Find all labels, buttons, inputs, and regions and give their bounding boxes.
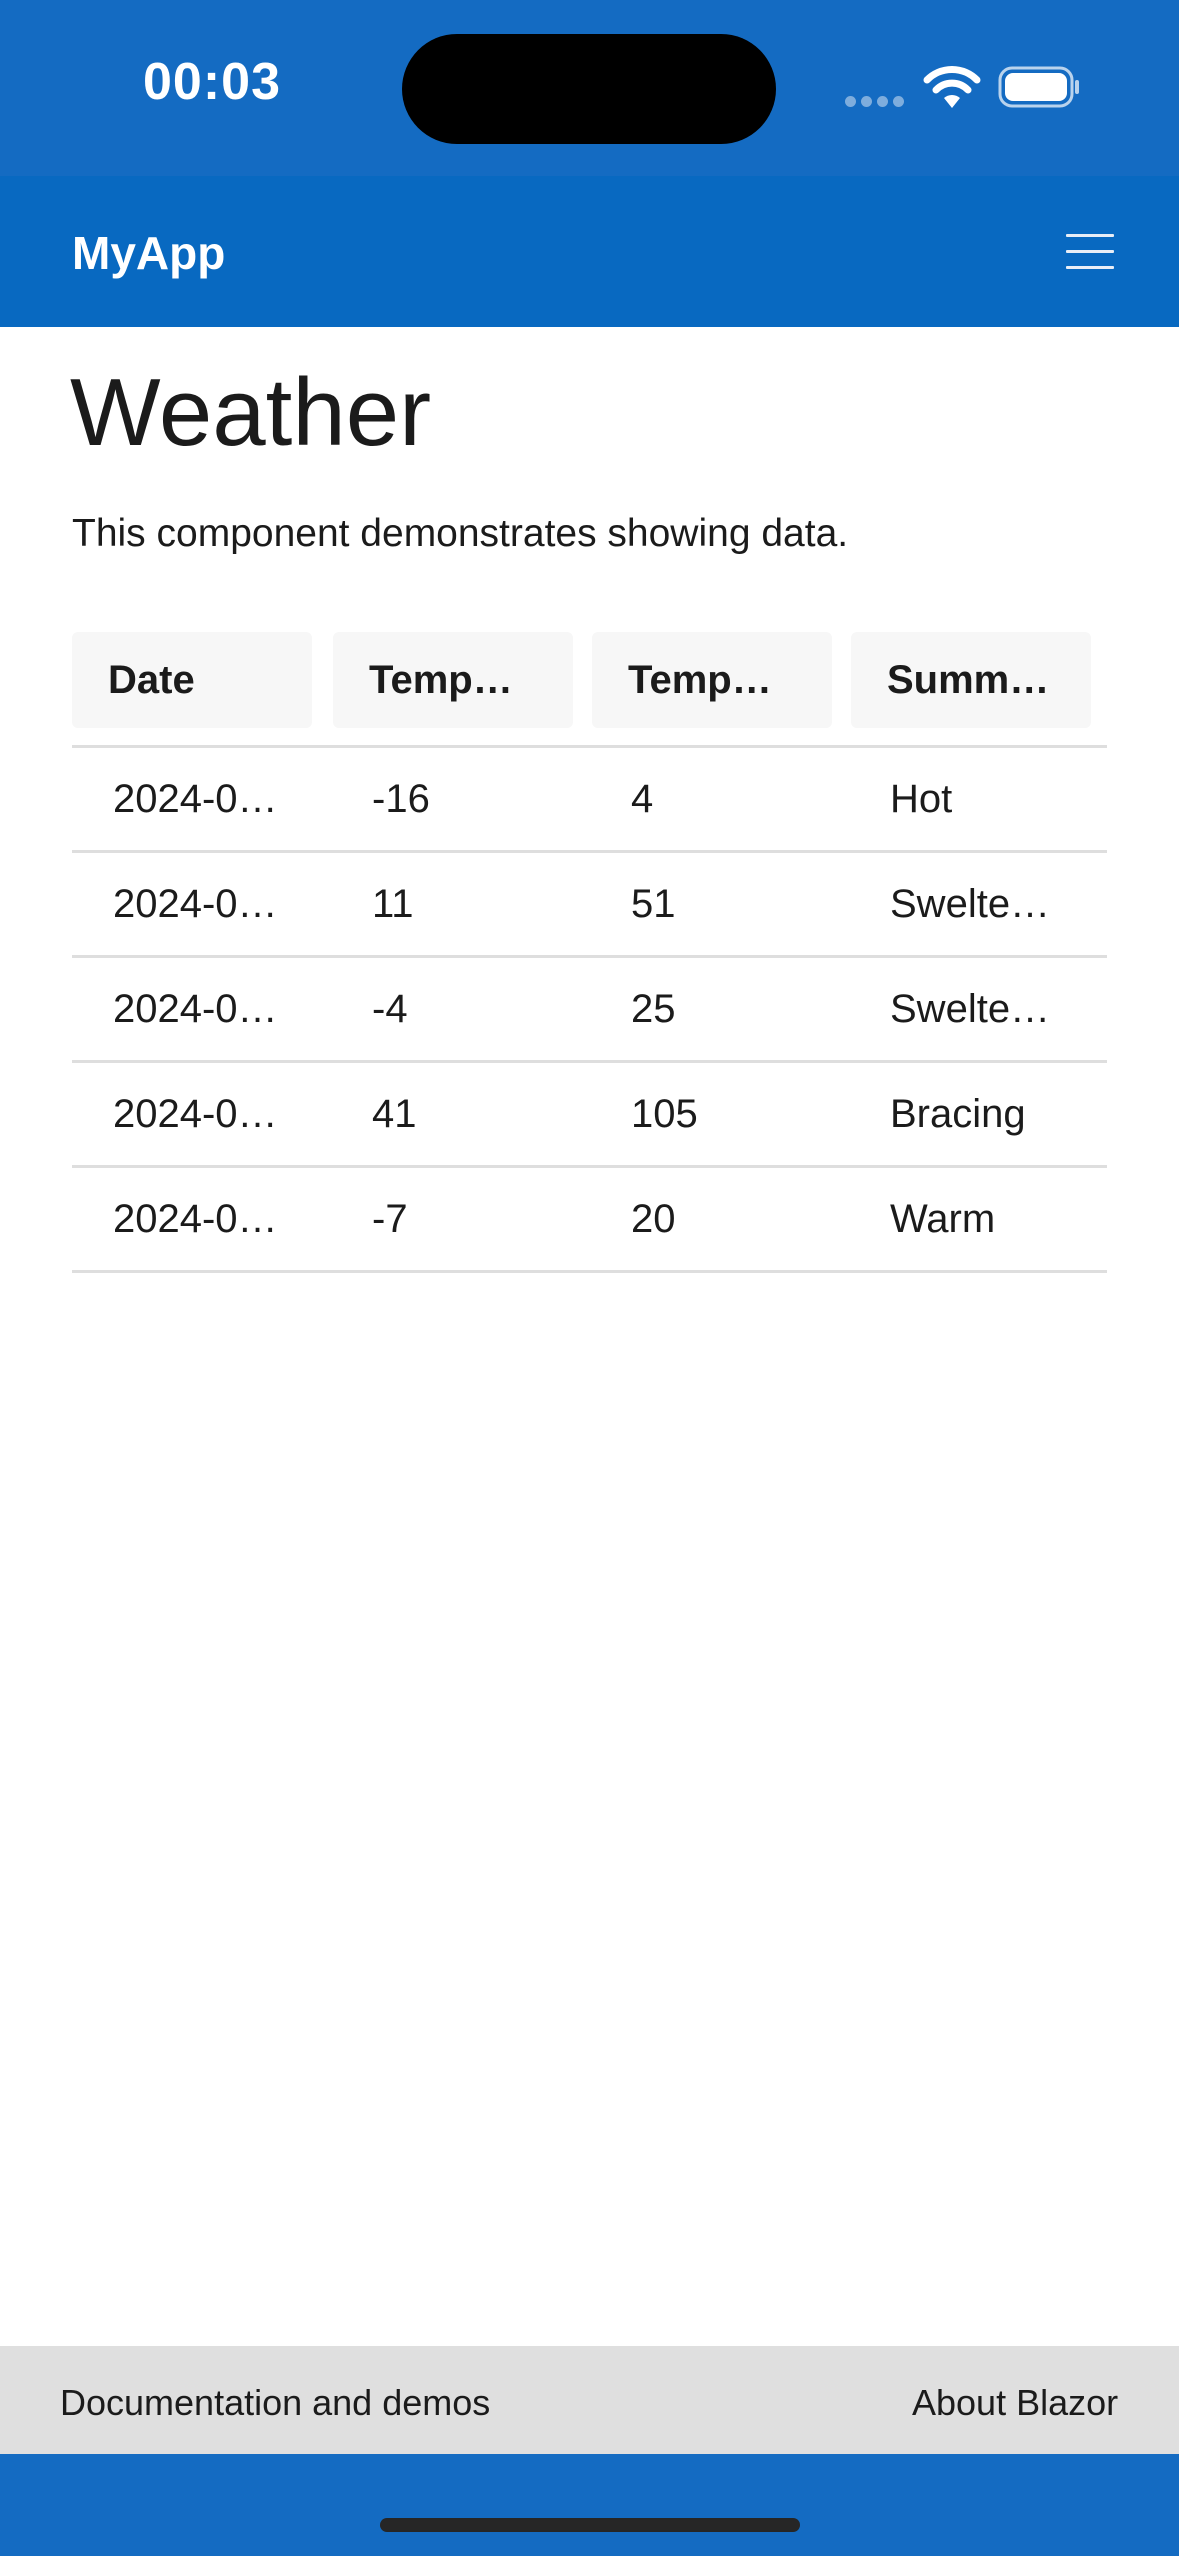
home-indicator[interactable] <box>380 2518 800 2532</box>
wifi-icon <box>923 66 981 108</box>
bottom-safe-area <box>0 2454 1179 2556</box>
cell-summary: Swelte… <box>890 882 1051 926</box>
battery-icon <box>998 66 1079 108</box>
documentation-link[interactable]: Documentation and demos <box>60 2382 490 2424</box>
cell-temp-f: 51 <box>631 882 676 926</box>
table-row: 2024-0… -7 20 Warm <box>72 1168 1107 1273</box>
cell-temp-c: -16 <box>372 777 430 821</box>
table-row: 2024-0… -4 25 Swelte… <box>72 958 1107 1063</box>
brand-link[interactable]: MyApp <box>72 226 225 280</box>
column-header-temp-f[interactable]: Temp… <box>592 632 832 728</box>
column-header-summary[interactable]: Summ… <box>851 632 1091 728</box>
table-row: 2024-0… -16 4 Hot <box>72 748 1107 853</box>
signal-icon <box>845 96 905 108</box>
cell-date: 2024-0… <box>113 987 278 1031</box>
cell-date: 2024-0… <box>113 1092 278 1136</box>
column-header-date[interactable]: Date <box>72 632 312 728</box>
cell-temp-f: 20 <box>631 1197 676 1241</box>
cell-date: 2024-0… <box>113 882 278 926</box>
weather-table: Date Temp… Temp… Summ… 2024-0… -16 4 Hot… <box>72 628 1107 1273</box>
page-description: This component demonstrates showing data… <box>72 512 849 555</box>
cell-summary: Bracing <box>890 1092 1026 1136</box>
cell-temp-f: 25 <box>631 987 676 1031</box>
cell-date: 2024-0… <box>113 777 278 821</box>
status-time: 00:03 <box>143 53 281 111</box>
page-title: Weather <box>70 359 432 466</box>
app-screen: 00:03 MyApp Weather This component demon… <box>0 0 1179 2556</box>
cell-summary: Warm <box>890 1197 996 1241</box>
dynamic-island <box>402 34 776 144</box>
footer-bar: Documentation and demos About Blazor <box>0 2346 1179 2454</box>
cell-temp-c: 11 <box>372 882 414 926</box>
cell-temp-f: 105 <box>631 1092 698 1136</box>
cell-temp-c: -7 <box>372 1197 408 1241</box>
cell-summary: Swelte… <box>890 987 1051 1031</box>
cell-summary: Hot <box>890 777 953 821</box>
table-header: Date Temp… Temp… Summ… <box>72 628 1107 748</box>
table-row: 2024-0… 11 51 Swelte… <box>72 853 1107 958</box>
status-bar: 00:03 <box>0 0 1179 176</box>
cell-temp-c: 41 <box>372 1092 417 1136</box>
top-navbar: MyApp <box>0 176 1179 327</box>
cell-temp-f: 4 <box>631 777 654 821</box>
hamburger-menu-icon[interactable] <box>1052 226 1124 278</box>
cell-temp-c: -4 <box>372 987 408 1031</box>
about-blazor-link[interactable]: About Blazor <box>912 2382 1118 2424</box>
table-row: 2024-0… 41 105 Bracing <box>72 1063 1107 1168</box>
cell-date: 2024-0… <box>113 1197 278 1241</box>
column-header-temp-c[interactable]: Temp… <box>333 632 573 728</box>
